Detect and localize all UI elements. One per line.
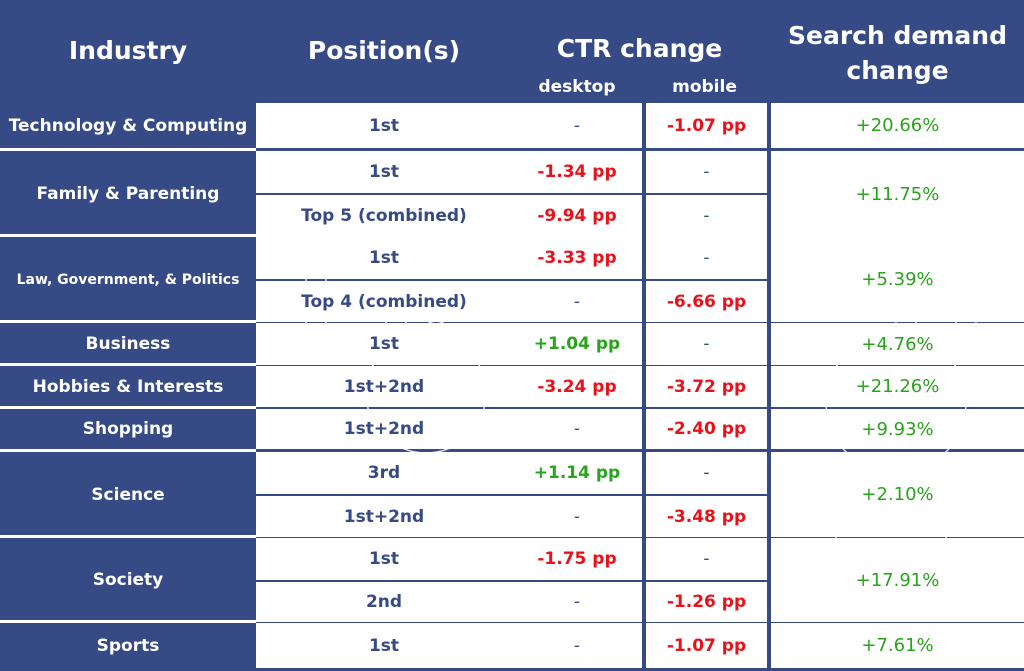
ctr-desktop-cell: - bbox=[512, 623, 642, 668]
ctr-mobile-cell: - bbox=[646, 151, 767, 193]
position-cell: 1st+2nd bbox=[256, 409, 512, 449]
industry-cell: Science bbox=[0, 452, 256, 537]
position-cell: 1st bbox=[256, 323, 512, 365]
industry-cell: Shopping bbox=[0, 409, 256, 449]
ctr-desktop-cell: +1.04 pp bbox=[512, 323, 642, 365]
position-cell: 1st+2nd bbox=[256, 366, 512, 407]
ctr-mobile-cell: -1.26 pp bbox=[646, 582, 767, 622]
ctr-mobile-cell: - bbox=[646, 323, 767, 365]
ctr-desktop-cell: - bbox=[512, 409, 642, 449]
header-desktop: desktop bbox=[538, 77, 616, 97]
row-separator bbox=[0, 320, 256, 323]
ctr-mobile-cell: -6.66 pp bbox=[646, 281, 767, 322]
ctr-desktop-cell: - bbox=[512, 103, 642, 148]
search-demand-cell: +5.39% bbox=[771, 237, 1024, 322]
row-separator bbox=[0, 449, 256, 452]
ctr-mobile-cell: -3.72 pp bbox=[646, 366, 767, 407]
industry-cell: Hobbies & Interests bbox=[0, 366, 256, 407]
ctr-mobile-cell: - bbox=[646, 538, 767, 580]
ctr-desktop-cell: - bbox=[512, 281, 642, 322]
row-separator bbox=[0, 535, 256, 538]
row-separator bbox=[0, 148, 256, 151]
ctr-desktop-cell: +1.14 pp bbox=[512, 452, 642, 494]
ctr-desktop-cell: -1.34 pp bbox=[512, 151, 642, 193]
header-search-demand-line2: change bbox=[846, 56, 949, 85]
position-cell: 1st bbox=[256, 237, 512, 279]
industry-cell: Society bbox=[0, 538, 256, 622]
ctr-desktop-cell: -9.94 pp bbox=[512, 195, 642, 237]
position-cell: Top 5 (combined) bbox=[256, 195, 512, 237]
row-separator bbox=[0, 406, 256, 409]
search-demand-cell: +11.75% bbox=[771, 151, 1024, 237]
position-cell: 1st bbox=[256, 103, 512, 148]
search-demand-cell: +21.26% bbox=[771, 366, 1024, 407]
header-ctr-change: CTR change bbox=[556, 34, 723, 63]
position-cell: 1st bbox=[256, 538, 512, 580]
ctr-desktop-cell: -3.33 pp bbox=[512, 237, 642, 279]
industry-cell: Sports bbox=[0, 623, 256, 668]
ctr-mobile-cell: - bbox=[646, 195, 767, 237]
search-demand-cell: +7.61% bbox=[771, 623, 1024, 668]
search-demand-cell: +9.93% bbox=[771, 409, 1024, 449]
search-demand-cell: +17.91% bbox=[771, 538, 1024, 622]
ctr-mobile-cell: - bbox=[646, 452, 767, 494]
industry-cell: Business bbox=[0, 323, 256, 365]
ctr-desktop-cell: - bbox=[512, 496, 642, 537]
position-cell: Top 4 (combined) bbox=[256, 281, 512, 322]
industry-cell: Law, Government, & Politics bbox=[0, 237, 256, 322]
position-cell: 1st bbox=[256, 151, 512, 193]
row-separator bbox=[0, 234, 256, 237]
position-cell: 3rd bbox=[256, 452, 512, 494]
header-positions: Position(s) bbox=[307, 36, 461, 65]
position-cell: 1st+2nd bbox=[256, 496, 512, 537]
industry-cell: Family & Parenting bbox=[0, 151, 256, 237]
ctr-mobile-cell: -1.07 pp bbox=[646, 623, 767, 668]
header-search-demand-line1: Search demand bbox=[788, 21, 1007, 50]
header-industry: Industry bbox=[68, 36, 188, 65]
search-demand-cell: +20.66% bbox=[771, 103, 1024, 148]
industry-cell: Technology & Computing bbox=[0, 103, 256, 148]
ctr-mobile-cell: -1.07 pp bbox=[646, 103, 767, 148]
ctr-desktop-cell: -3.24 pp bbox=[512, 366, 642, 407]
header-search-demand: Search demand change bbox=[771, 18, 1024, 88]
search-demand-cell: +4.76% bbox=[771, 323, 1024, 365]
row-separator bbox=[0, 363, 256, 366]
ctr-desktop-cell: - bbox=[512, 582, 642, 622]
ctr-mobile-cell: -3.48 pp bbox=[646, 496, 767, 537]
ctr-desktop-cell: -1.75 pp bbox=[512, 538, 642, 580]
ctr-mobile-cell: - bbox=[646, 237, 767, 279]
row-separator bbox=[0, 620, 256, 623]
search-demand-cell: +2.10% bbox=[771, 452, 1024, 537]
ctr-mobile-cell: -2.40 pp bbox=[646, 409, 767, 449]
header-mobile: mobile bbox=[672, 77, 737, 97]
position-cell: 1st bbox=[256, 623, 512, 668]
position-cell: 2nd bbox=[256, 582, 512, 622]
